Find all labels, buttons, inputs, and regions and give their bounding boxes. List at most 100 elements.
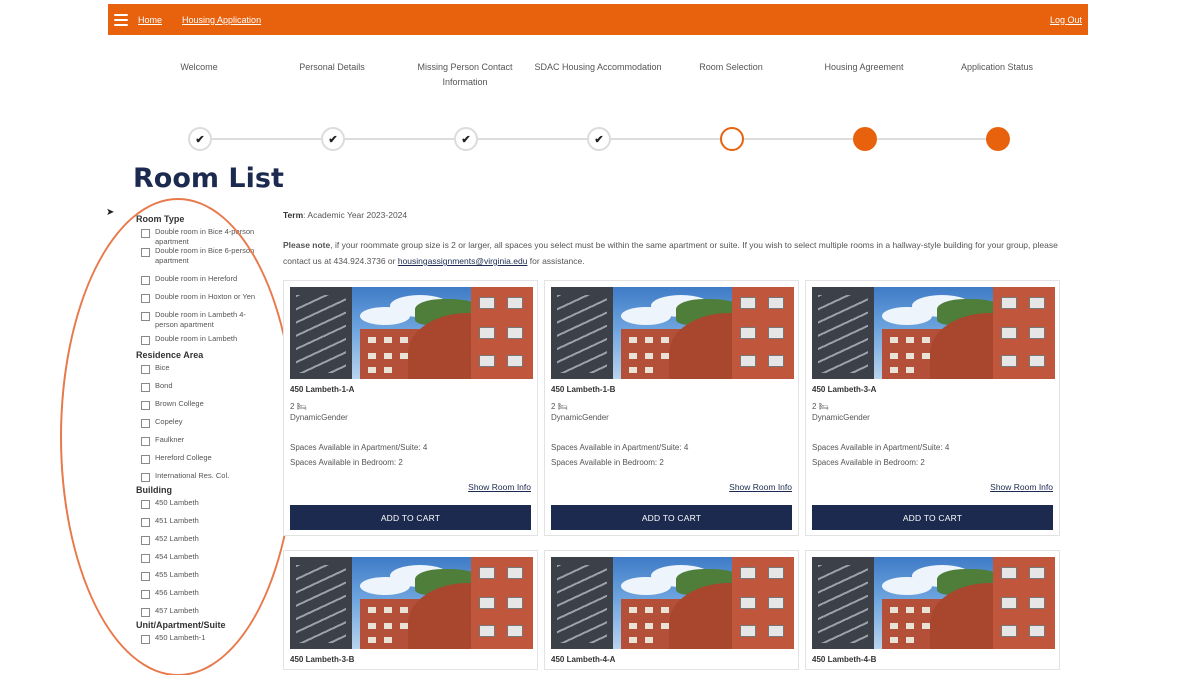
checkbox[interactable] bbox=[141, 365, 150, 374]
step-label: SDAC Housing Accommodation bbox=[534, 62, 662, 72]
check-icon: ✔ bbox=[321, 127, 345, 151]
filter-option[interactable]: Double room in Hereford bbox=[136, 274, 266, 292]
step-personal-details[interactable]: Personal Details ✔ bbox=[266, 60, 398, 151]
filter-option[interactable]: 457 Lambeth bbox=[136, 606, 266, 618]
apartment-spaces: Spaces Available in Apartment/Suite: 4 bbox=[812, 443, 950, 452]
step-label: Housing Agreement bbox=[824, 62, 904, 72]
show-room-info-link[interactable]: Show Room Info bbox=[990, 482, 1053, 492]
step-welcome[interactable]: Welcome ✔ bbox=[133, 60, 265, 151]
checkbox[interactable] bbox=[141, 294, 150, 303]
checkbox[interactable] bbox=[141, 500, 150, 509]
filter-option[interactable]: Hereford College bbox=[136, 453, 266, 471]
checkbox[interactable] bbox=[141, 572, 150, 581]
page: Home Housing Application Log Out Welcome… bbox=[0, 0, 1200, 675]
step-application-status[interactable]: Application Status bbox=[931, 60, 1063, 151]
checkbox[interactable] bbox=[141, 248, 150, 257]
step-label: Application Status bbox=[960, 62, 1034, 72]
room-type-filter: Room Type Double room in Bice 4-person a… bbox=[136, 214, 266, 348]
step-room-selection[interactable]: Room Selection bbox=[665, 60, 797, 151]
availability: Spaces Available in Apartment/Suite: 4 Sp… bbox=[812, 440, 1053, 470]
checkbox[interactable] bbox=[141, 518, 150, 527]
room-card: 450 Lambeth-3-A 2 🛏 DynamicGender Spaces Av… bbox=[805, 280, 1060, 536]
room-name: 450 Lambeth-4-B bbox=[812, 655, 877, 664]
filter-option[interactable]: International Res. Col. bbox=[136, 471, 266, 483]
housing-application-link[interactable]: Housing Application bbox=[182, 15, 261, 25]
checkbox[interactable] bbox=[141, 336, 150, 345]
checkbox[interactable] bbox=[141, 590, 150, 599]
apartment-spaces: Spaces Available in Apartment/Suite: 4 bbox=[290, 443, 428, 452]
show-room-info-link[interactable]: Show Room Info bbox=[468, 482, 531, 492]
add-to-cart-button[interactable]: ADD TO CART bbox=[812, 505, 1053, 530]
pending-step-indicator bbox=[853, 127, 877, 151]
bed-icon: 🛏 bbox=[294, 402, 307, 411]
checkbox[interactable] bbox=[141, 536, 150, 545]
step-sdac-housing[interactable]: SDAC Housing Accommodation ✔ bbox=[532, 60, 664, 151]
filter-option[interactable]: Double room in Lambeth bbox=[136, 334, 266, 348]
add-to-cart-button[interactable]: ADD TO CART bbox=[551, 505, 792, 530]
show-room-info-link[interactable]: Show Room Info bbox=[729, 482, 792, 492]
checkbox[interactable] bbox=[141, 554, 150, 563]
logout-link[interactable]: Log Out bbox=[1050, 15, 1082, 25]
checkbox[interactable] bbox=[141, 312, 150, 321]
room-name: 450 Lambeth-1-B bbox=[551, 385, 616, 394]
checkbox[interactable] bbox=[141, 608, 150, 617]
filter-option[interactable]: Double room in Bice 6-person apartment bbox=[136, 246, 266, 274]
step-missing-person[interactable]: Missing Person Contact Information ✔ bbox=[399, 60, 531, 151]
room-photo bbox=[812, 557, 1055, 649]
room-name: 450 Lambeth-3-B bbox=[290, 655, 355, 664]
room-card: 450 Lambeth-4-B bbox=[805, 550, 1060, 670]
add-to-cart-button[interactable]: ADD TO CART bbox=[290, 505, 531, 530]
apartment-spaces: Spaces Available in Apartment/Suite: 4 bbox=[551, 443, 689, 452]
email-link[interactable]: housingassignments@virginia.edu bbox=[398, 256, 528, 266]
filter-heading: Building bbox=[136, 485, 172, 495]
mouse-cursor-icon: ➤ bbox=[106, 207, 115, 218]
filter-option[interactable]: 450 Lambeth-1 bbox=[136, 633, 266, 651]
filter-option[interactable]: Double room in Bice 4-person apartment bbox=[136, 227, 266, 246]
room-photo bbox=[551, 287, 794, 379]
checkbox[interactable] bbox=[141, 473, 150, 482]
filter-option[interactable]: Bice bbox=[136, 363, 266, 381]
building-filter: Building 450 Lambeth 451 Lambeth 452 Lam… bbox=[136, 485, 266, 618]
bedroom-spaces: Spaces Available in Bedroom: 2 bbox=[290, 458, 403, 467]
room-card: 450 Lambeth-1-B 2 🛏 DynamicGender Spaces Av… bbox=[544, 280, 799, 536]
checkbox[interactable] bbox=[141, 383, 150, 392]
room-list-info: Term: Academic Year 2023-2024 Please not… bbox=[283, 210, 1063, 269]
step-housing-agreement[interactable]: Housing Agreement bbox=[798, 60, 930, 151]
check-icon: ✔ bbox=[587, 127, 611, 151]
filter-option[interactable]: Copeley bbox=[136, 417, 266, 435]
filter-option[interactable]: 456 Lambeth bbox=[136, 588, 266, 606]
checkbox[interactable] bbox=[141, 276, 150, 285]
note-text: Please note, if your roommate group size… bbox=[283, 240, 1058, 266]
filter-option[interactable]: 451 Lambeth bbox=[136, 516, 266, 534]
filter-option[interactable]: Brown College bbox=[136, 399, 266, 417]
residence-area-filter: Residence Area Bice Bond Brown College C… bbox=[136, 350, 266, 483]
checkbox[interactable] bbox=[141, 229, 150, 238]
step-label: Room Selection bbox=[699, 62, 763, 72]
filter-option[interactable]: Faulkner bbox=[136, 435, 266, 453]
checkbox[interactable] bbox=[141, 635, 150, 644]
room-card: 450 Lambeth-3-B bbox=[283, 550, 538, 670]
filter-option[interactable]: 454 Lambeth bbox=[136, 552, 266, 570]
checkbox[interactable] bbox=[141, 419, 150, 428]
filter-option[interactable]: Double room in Lambeth 4-person apartmen… bbox=[136, 310, 266, 334]
availability: Spaces Available in Apartment/Suite: 4 Sp… bbox=[551, 440, 792, 470]
room-name: 450 Lambeth-4-A bbox=[551, 655, 616, 664]
term-line: Term: Academic Year 2023-2024 bbox=[283, 210, 408, 220]
filter-option[interactable]: Double room in Hoxton or Yen bbox=[136, 292, 266, 310]
menu-icon[interactable] bbox=[114, 13, 128, 26]
filter-option[interactable]: 455 Lambeth bbox=[136, 570, 266, 588]
room-photo bbox=[290, 287, 533, 379]
checkbox[interactable] bbox=[141, 455, 150, 464]
checkbox[interactable] bbox=[141, 401, 150, 410]
room-card: 450 Lambeth-1-A 2 🛏 DynamicGender Spaces Av… bbox=[283, 280, 538, 536]
filter-option[interactable]: 450 Lambeth bbox=[136, 498, 266, 516]
bed-count: 2 🛏 bbox=[551, 402, 792, 411]
bed-count: 2 🛏 bbox=[812, 402, 1053, 411]
filter-option[interactable]: 452 Lambeth bbox=[136, 534, 266, 552]
room-name: 450 Lambeth-3-A bbox=[812, 385, 877, 394]
bed-icon: 🛏 bbox=[816, 402, 829, 411]
step-label: Welcome bbox=[180, 62, 218, 72]
home-link[interactable]: Home bbox=[138, 15, 162, 25]
checkbox[interactable] bbox=[141, 437, 150, 446]
filter-option[interactable]: Bond bbox=[136, 381, 266, 399]
